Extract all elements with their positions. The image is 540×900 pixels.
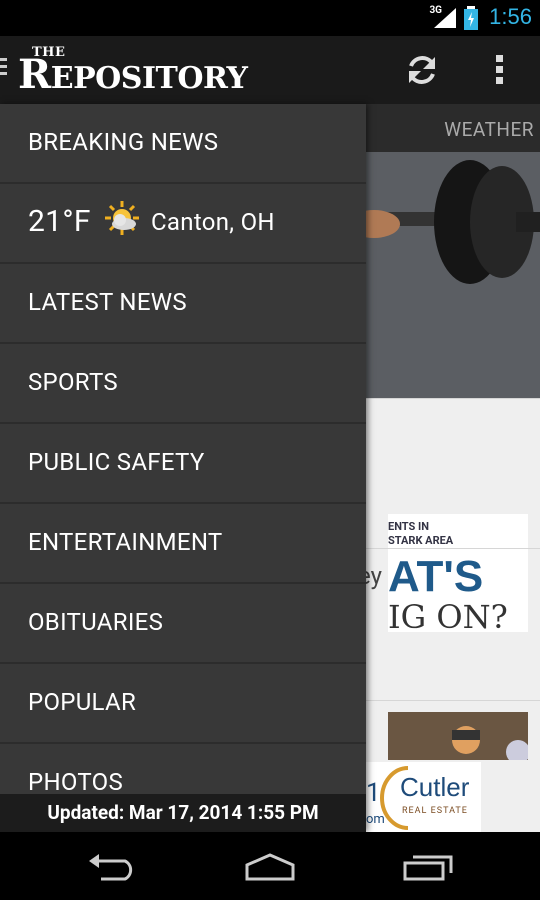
navigation-drawer: BREAKING NEWS 21°F Canton, OH LATEST NEW… — [0, 104, 366, 832]
drawer-item-sports[interactable]: SPORTS — [0, 344, 366, 424]
drawer-item-latest-news[interactable]: LATEST NEWS — [0, 264, 366, 344]
divider — [366, 700, 540, 701]
last-updated: Updated: Mar 17, 2014 1:55 PM — [0, 794, 366, 832]
overflow-menu-icon — [496, 55, 503, 84]
drawer-item-entertainment[interactable]: ENTERTAINMENT — [0, 504, 366, 584]
drawer-item-label: PUBLIC SAFETY — [28, 448, 205, 476]
drawer-item-label: PHOTOS — [28, 768, 124, 796]
events-promo[interactable]: ENTS IN STARK AREA AT'S IG ON? — [388, 514, 528, 636]
battery-icon — [464, 6, 478, 34]
home-icon — [245, 853, 295, 881]
hero-image[interactable] — [366, 152, 540, 398]
drawer-item-label: ENTERTAINMENT — [28, 528, 223, 556]
drawer-item-weather[interactable]: 21°F Canton, OH — [0, 184, 366, 264]
advertisement[interactable]: 1 Cutler REAL ESTATE om — [366, 762, 481, 832]
back-icon — [89, 854, 133, 881]
drawer-item-public-safety[interactable]: PUBLIC SAFETY — [0, 424, 366, 504]
refresh-icon — [409, 56, 435, 84]
partly-cloudy-icon — [104, 200, 140, 242]
status-bar: 3G 1:56 — [0, 0, 540, 36]
drawer-item-breaking-news[interactable]: BREAKING NEWS — [0, 104, 366, 184]
system-nav-bar — [0, 832, 540, 900]
tab-weather[interactable]: WEATHER — [444, 118, 534, 141]
drawer-item-label: POPULAR — [28, 688, 137, 716]
drawer-item-obituaries[interactable]: OBITUARIES — [0, 584, 366, 664]
home-button[interactable] — [240, 850, 300, 884]
overflow-menu-button[interactable] — [476, 46, 524, 94]
divider — [366, 398, 540, 399]
weather-city: Canton, OH — [151, 208, 275, 236]
drawer-item-label: OBITUARIES — [28, 608, 164, 636]
recent-apps-button[interactable] — [398, 850, 458, 884]
divider — [366, 548, 540, 549]
back-button[interactable] — [82, 850, 142, 884]
drawer-item-label: BREAKING NEWS — [28, 128, 219, 156]
recent-apps-icon — [403, 855, 453, 881]
signal-icon — [434, 8, 456, 32]
temperature: 21°F — [28, 204, 91, 239]
drawer-item-popular[interactable]: POPULAR — [0, 664, 366, 744]
refresh-button[interactable] — [398, 46, 446, 94]
drawer-item-label: LATEST NEWS — [28, 288, 187, 316]
drawer-indicator-icon[interactable] — [0, 58, 7, 78]
story-thumbnail[interactable] — [388, 712, 528, 760]
logo-name: REPOSITORY — [18, 51, 248, 98]
drawer-item-label: SPORTS — [28, 368, 118, 396]
clock: 1:56 — [489, 4, 532, 29]
